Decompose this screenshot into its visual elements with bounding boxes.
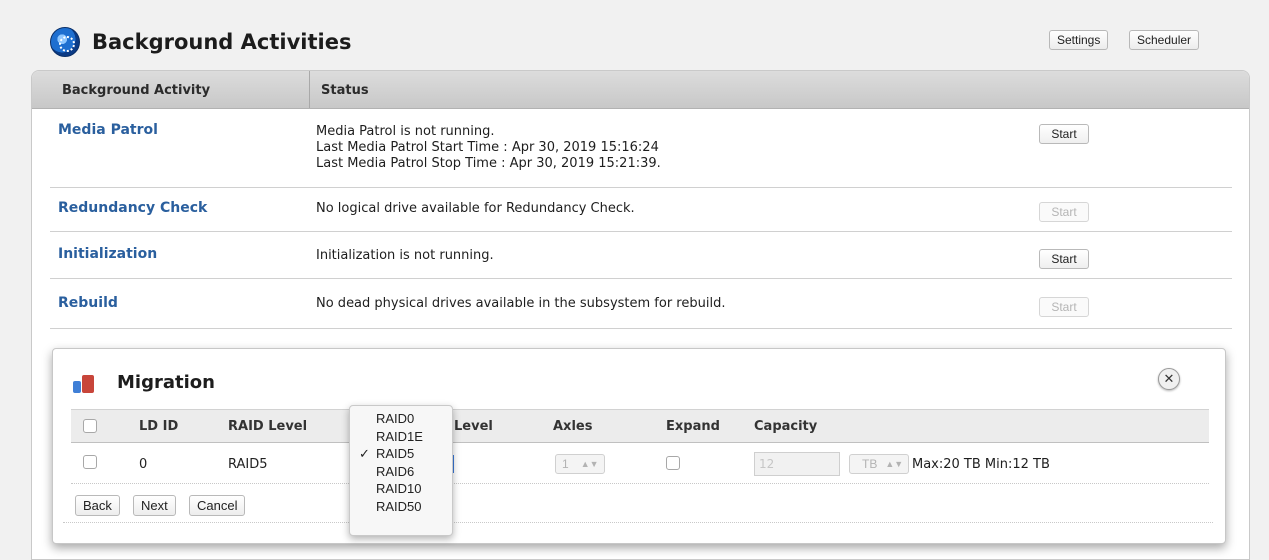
column-header-axles: Axles bbox=[553, 419, 593, 434]
migration-table-header: LD ID RAID Level Level Axles Expand Capa… bbox=[71, 409, 1209, 443]
table-header: Background Activity Status bbox=[32, 71, 1249, 109]
dropdown-option-label: RAID5 bbox=[376, 446, 415, 461]
page-title: Background Activities bbox=[92, 30, 352, 54]
capacity-unit-select[interactable]: TB ▲▼ bbox=[849, 454, 909, 474]
raid-level-value: RAID5 bbox=[228, 457, 268, 472]
dropdown-option-raid0[interactable]: RAID0 bbox=[350, 410, 452, 428]
initialization-start-button[interactable]: Start bbox=[1039, 249, 1089, 269]
initialization-status: Initialization is not running. bbox=[316, 248, 494, 263]
column-header-capacity: Capacity bbox=[754, 419, 818, 434]
select-all-checkbox[interactable] bbox=[83, 419, 97, 433]
page-header: Background Activities bbox=[50, 22, 351, 62]
next-button[interactable]: Next bbox=[133, 495, 176, 516]
column-header-expand: Expand bbox=[666, 419, 720, 434]
app-logo-icon bbox=[50, 27, 80, 57]
activity-row-media-patrol: Media Patrol Media Patrol is not running… bbox=[50, 109, 1232, 188]
cancel-button[interactable]: Cancel bbox=[189, 495, 246, 516]
capacity-range-text: Max:20 TB Min:12 TB bbox=[912, 457, 1050, 472]
migration-title: Migration bbox=[117, 372, 215, 393]
media-patrol-start-button[interactable]: Start bbox=[1039, 124, 1089, 144]
media-patrol-link[interactable]: Media Patrol bbox=[58, 122, 158, 138]
close-icon[interactable]: ✕ bbox=[1158, 368, 1180, 390]
rebuild-status: No dead physical drives available in the… bbox=[316, 296, 726, 311]
activity-row-rebuild: Rebuild No dead physical drives availabl… bbox=[50, 279, 1232, 329]
scheduler-button[interactable]: Scheduler bbox=[1129, 30, 1200, 50]
row-checkbox[interactable] bbox=[83, 455, 97, 469]
status-line: Last Media Patrol Stop Time : Apr 30, 20… bbox=[316, 156, 661, 171]
dropdown-option-raid6[interactable]: RAID6 bbox=[350, 463, 452, 481]
migration-row: 0 RAID5 1 ▲▼ 12 TB ▲▼ Max:20 TB Min:12 T… bbox=[71, 444, 1209, 484]
stepper-icon: ▲▼ bbox=[885, 459, 904, 469]
dropdown-option-raid5[interactable]: ✓ RAID5 bbox=[350, 445, 452, 463]
settings-button[interactable]: Settings bbox=[1049, 30, 1109, 50]
status-line: Media Patrol is not running. bbox=[316, 124, 495, 139]
dropdown-option-raid10[interactable]: RAID10 bbox=[350, 480, 452, 498]
activity-row-initialization: Initialization Initialization is not run… bbox=[50, 232, 1232, 279]
migration-dialog: Migration ✕ LD ID RAID Level Level Axles… bbox=[52, 348, 1226, 544]
column-header-activity: Background Activity bbox=[62, 83, 211, 98]
raid-level-dropdown[interactable]: RAID0 RAID1E ✓ RAID5 RAID6 RAID10 RAID50 bbox=[349, 405, 453, 536]
dropdown-option-raid50[interactable]: RAID50 bbox=[350, 498, 452, 516]
redundancy-check-status: No logical drive available for Redundanc… bbox=[316, 201, 635, 216]
capacity-unit-value: TB bbox=[862, 457, 878, 471]
rebuild-start-button[interactable]: Start bbox=[1039, 297, 1089, 317]
activity-row-redundancy-check: Redundancy Check No logical drive availa… bbox=[50, 188, 1232, 232]
stepper-icon: ▲▼ bbox=[580, 459, 599, 469]
back-button[interactable]: Back bbox=[75, 495, 120, 516]
migration-icon bbox=[73, 375, 95, 393]
expand-checkbox[interactable] bbox=[666, 456, 680, 470]
checkmark-icon: ✓ bbox=[359, 446, 370, 461]
axles-select[interactable]: 1 ▲▼ bbox=[555, 454, 605, 474]
dropdown-option-raid1e[interactable]: RAID1E bbox=[350, 428, 452, 446]
footer-divider bbox=[63, 522, 1213, 523]
redundancy-check-start-button[interactable]: Start bbox=[1039, 202, 1089, 222]
rebuild-link[interactable]: Rebuild bbox=[58, 295, 118, 311]
capacity-input[interactable]: 12 bbox=[754, 452, 840, 476]
column-header-raid-level: RAID Level bbox=[228, 419, 308, 434]
column-header-ld-id: LD ID bbox=[139, 419, 179, 434]
media-patrol-status: Media Patrol is not running. Last Media … bbox=[316, 124, 661, 172]
initialization-link[interactable]: Initialization bbox=[58, 246, 157, 262]
redundancy-check-link[interactable]: Redundancy Check bbox=[58, 200, 207, 216]
axles-value: 1 bbox=[562, 457, 569, 471]
column-header-target-raid-level: Level bbox=[454, 419, 493, 434]
ld-id-value: 0 bbox=[139, 457, 148, 472]
column-header-status: Status bbox=[321, 83, 369, 98]
status-line: Last Media Patrol Start Time : Apr 30, 2… bbox=[316, 140, 659, 155]
column-divider bbox=[309, 71, 310, 108]
